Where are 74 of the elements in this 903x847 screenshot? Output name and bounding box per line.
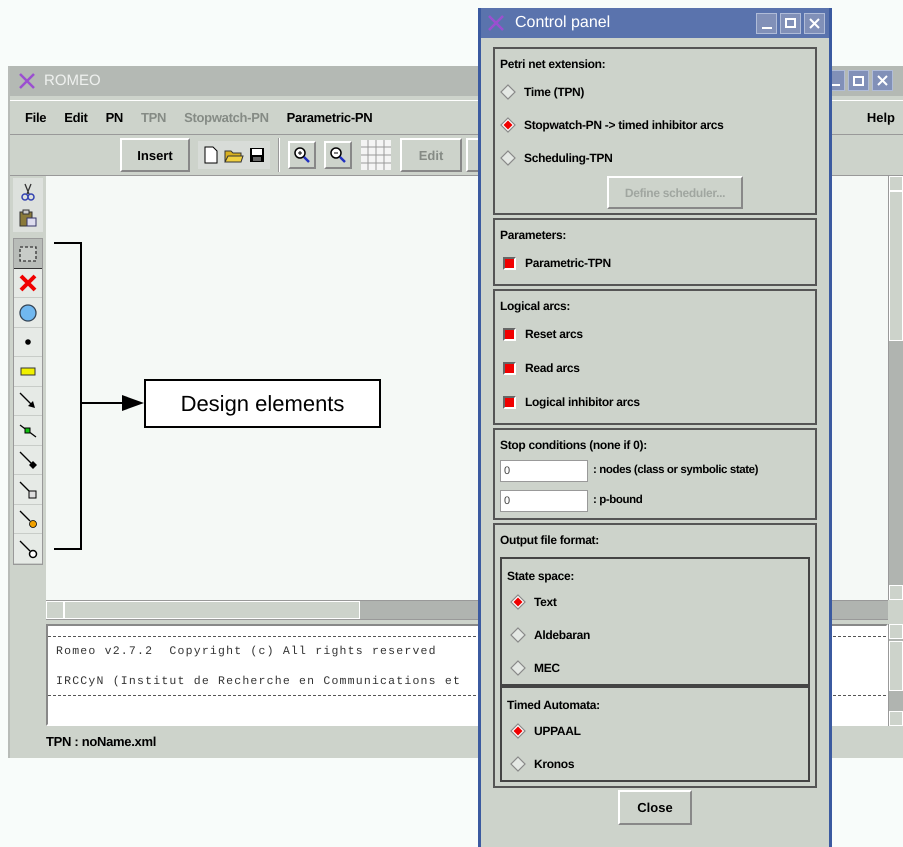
line-circle-icon <box>18 509 38 530</box>
radio-label: Aldebaran <box>534 626 590 644</box>
radio-label: Scheduling-TPN <box>524 150 612 166</box>
group-title: Petri net extension: <box>500 56 606 73</box>
new-file-icon[interactable] <box>202 145 220 166</box>
radio-button[interactable] <box>510 660 526 676</box>
radio-label: Kronos <box>534 756 574 772</box>
radio-label: Stopwatch-PN -> timed inhibitor arcs <box>524 116 724 134</box>
annotation-label: Design elements <box>144 379 381 428</box>
checkbox-label: Reset arcs <box>525 326 583 343</box>
console-line: Romeo v2.7.2 Copyright (c) All rights reserved <box>56 644 437 660</box>
clipboard-icon <box>18 208 38 228</box>
menu-item[interactable]: Help <box>866 108 895 128</box>
radio-label: MEC <box>534 660 560 676</box>
circle-icon <box>18 302 38 323</box>
zoom-in-button[interactable] <box>288 141 316 170</box>
radio-label: Time (TPN) <box>524 84 584 100</box>
line-diamond-icon <box>18 450 38 470</box>
vertical-scrollbar[interactable] <box>888 176 903 600</box>
radio-label: UPPAAL <box>534 722 581 740</box>
zoom-out-icon <box>329 146 347 164</box>
checkbox-label: Logical inhibitor arcs <box>525 394 640 411</box>
close-dialog-button[interactable]: Close <box>618 790 692 825</box>
maximize-button[interactable] <box>780 12 801 34</box>
field-label: : p-bound <box>593 493 642 508</box>
grid-icon[interactable] <box>360 139 392 172</box>
x-logo-icon <box>18 72 36 90</box>
tool-button[interactable] <box>14 239 42 269</box>
radio-button[interactable] <box>510 594 526 610</box>
group-title: State space: <box>507 568 576 585</box>
line-box-icon <box>18 480 38 500</box>
group-title: Output file format: <box>500 532 600 549</box>
dot-icon <box>25 339 31 346</box>
status-text: TPN : noName.xml <box>46 733 156 752</box>
zoom-in-icon <box>293 146 311 164</box>
checkbox[interactable] <box>503 396 516 408</box>
window-title: ROMEO <box>44 70 101 91</box>
group-title: Timed Automata: <box>507 697 601 714</box>
x-logo-icon <box>487 14 505 32</box>
checkbox[interactable] <box>503 328 516 340</box>
radio-button[interactable] <box>500 150 516 166</box>
line-ring-icon <box>18 538 38 559</box>
checkbox[interactable] <box>503 362 516 374</box>
close-icon <box>809 18 820 28</box>
menu-item[interactable]: Parametric-PN <box>286 108 372 128</box>
delete-icon <box>18 273 38 294</box>
radio-button[interactable] <box>500 116 516 132</box>
menu-item[interactable]: PN <box>106 108 124 128</box>
insert-button[interactable]: Insert <box>120 138 190 172</box>
checkbox[interactable] <box>503 256 516 270</box>
radio-button[interactable] <box>510 722 526 738</box>
checkbox-label: Read arcs <box>525 360 580 377</box>
menu-item[interactable]: File <box>25 108 46 128</box>
close-button[interactable] <box>804 12 825 34</box>
radio-button[interactable] <box>510 756 526 772</box>
dashed-rectangle-icon <box>18 244 38 264</box>
maximize-button[interactable] <box>848 70 869 92</box>
menu-item[interactable]: Edit <box>64 108 88 128</box>
radio-button[interactable] <box>510 626 526 642</box>
field-label: : nodes (class or symbolic state) <box>593 463 758 478</box>
window-title: Control panel <box>515 13 610 33</box>
minimize-button[interactable] <box>756 12 777 34</box>
vertical-scrollbar[interactable] <box>888 624 903 726</box>
radio-button[interactable] <box>500 84 516 100</box>
group-title: Stop conditions (none if 0): <box>500 437 648 454</box>
console-line: IRCCyN (Institut de Recherche en Communications et <box>56 674 462 690</box>
zoom-out-button[interactable] <box>324 141 352 170</box>
number-field[interactable]: 0 <box>500 490 588 512</box>
checkbox-label: Parametric-TPN <box>525 255 611 272</box>
group-title: Parameters: <box>500 227 568 244</box>
group-title: Logical arcs: <box>500 298 572 315</box>
close-button[interactable] <box>872 70 893 92</box>
number-field[interactable]: 0 <box>500 460 588 482</box>
close-icon <box>877 75 888 86</box>
